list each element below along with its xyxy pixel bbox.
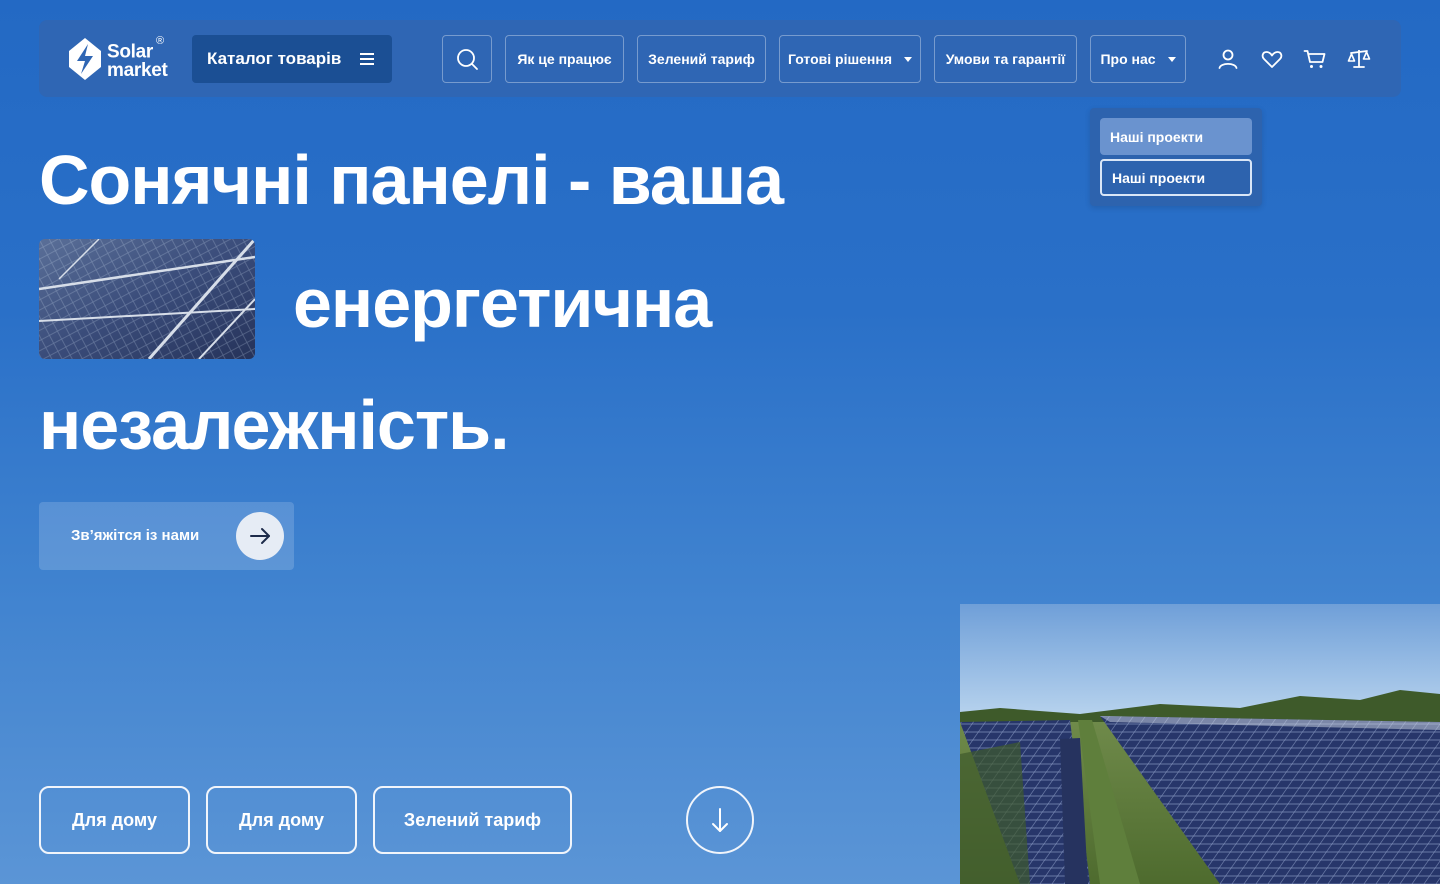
nav-ready-solutions[interactable]: Готові рішення [779, 35, 921, 83]
pill-label: Для дому [238, 809, 325, 830]
dropdown-item-label: Наші проекти [1110, 128, 1204, 145]
nav-green-tariff[interactable]: Зелений тариф [637, 35, 766, 83]
pill-label: Зелений тариф [403, 809, 542, 830]
scroll-down-button[interactable] [686, 786, 754, 854]
hero-title-line2: енергетична [293, 264, 712, 342]
logo[interactable]: Solar® market [67, 35, 177, 82]
chevron-down-icon [1167, 56, 1176, 62]
nav-green-tariff-label: Зелений тариф [648, 51, 755, 67]
logo-mark-icon [69, 38, 101, 80]
menu-icon [360, 53, 374, 68]
catalog-button[interactable]: Каталог товарів [192, 35, 392, 83]
arrow-down-icon [712, 808, 728, 832]
catalog-label: Каталог товарів [207, 49, 342, 68]
cart-icon[interactable] [1303, 47, 1327, 71]
logo-line1: Solar [107, 41, 154, 63]
nav-terms-label: Умови та гарантії [945, 51, 1066, 67]
hero-title-line3: незалежність. [39, 386, 510, 464]
logo-line2: market [107, 60, 168, 82]
logo-registered: ® [156, 35, 164, 47]
pill-for-home[interactable]: Для дому [39, 786, 190, 854]
nav-terms[interactable]: Умови та гарантії [934, 35, 1077, 83]
pill-green-tariff[interactable]: Зелений тариф [373, 786, 572, 854]
nav-ready-solutions-label: Готові рішення [787, 51, 893, 67]
dropdown-item-projects[interactable]: Наші проекти [1100, 118, 1252, 155]
dropdown-item-projects[interactable]: Наші проекти [1100, 159, 1252, 196]
dropdown-item-label: Наші проекти [1112, 169, 1206, 186]
user-icon[interactable] [1216, 47, 1240, 71]
about-dropdown-menu: Наші проекти Наші проекти [1090, 108, 1262, 206]
nav-how-it-works-label: Як це працює [517, 51, 612, 67]
site-header: Solar® market Каталог товарів Як це прац… [39, 20, 1401, 97]
logo-text: Solar® market [107, 35, 168, 82]
nav-how-it-works[interactable]: Як це працює [505, 35, 624, 83]
contact-button[interactable]: Зв’яжітся із нами [39, 502, 294, 570]
chevron-down-icon [904, 56, 913, 62]
contact-button-label: Зв’яжітся із нами [71, 527, 200, 544]
pill-for-home[interactable]: Для дому [206, 786, 357, 854]
solar-panel-image [39, 239, 255, 359]
solar-farm-image [960, 604, 1440, 884]
search-icon [457, 49, 478, 70]
search-button[interactable] [442, 35, 492, 83]
hero-title-line1: Сонячні панелі - ваша [39, 141, 784, 219]
heart-icon[interactable] [1260, 47, 1284, 71]
pill-label: Для дому [71, 809, 158, 830]
nav-about-label: Про нас [1100, 51, 1156, 67]
compare-scales-icon[interactable] [1347, 47, 1371, 71]
arrow-right-icon [236, 512, 284, 560]
nav-about[interactable]: Про нас [1090, 35, 1186, 83]
